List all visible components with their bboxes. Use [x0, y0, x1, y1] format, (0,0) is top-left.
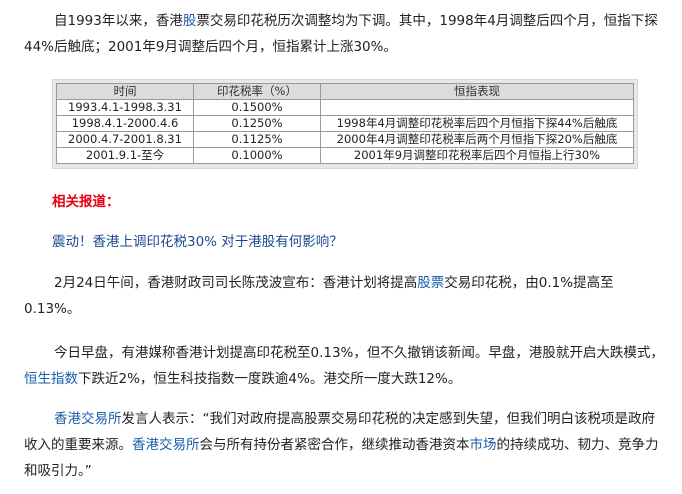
para2-text-a: 2月24日午间，香港财政司司长陈茂波宣布：香港计划将提高 [54, 275, 418, 291]
stamp-duty-table: 时间 印花税率（%） 恒指表现 1993.4.1-1998.3.31 0.150… [56, 83, 634, 164]
stock-link[interactable]: 股 [183, 13, 197, 29]
cell-performance: 1998年4月调整印花税率后四个月恒指下探44%后触底 [320, 115, 634, 132]
table-header-row: 时间 印花税率（%） 恒指表现 [56, 83, 634, 100]
hkex-link[interactable]: 香港交易所 [54, 411, 122, 427]
cell-rate: 0.1125% [193, 131, 321, 148]
cell-rate: 0.1500% [193, 99, 321, 116]
cell-rate: 0.1000% [193, 147, 321, 164]
table-row: 1998.4.1-2000.4.6 0.1250% 1998年4月调整印花税率后… [56, 115, 634, 132]
header-period: 时间 [56, 83, 194, 100]
paragraph-announcement: 2月24日午间，香港财政司司长陈茂波宣布：香港计划将提高股票交易印花税，由0.1… [24, 270, 664, 322]
cell-rate: 0.1250% [193, 115, 321, 132]
cell-performance: 2000年4月调整印花税率后两个月恒指下探20%后触底 [320, 131, 634, 148]
stocks-link[interactable]: 股票 [417, 275, 444, 291]
header-performance: 恒指表现 [320, 83, 634, 100]
para3-text-b: 下跌近2%，恒生科技指数一度跌逾4%。港交所一度大跌12%。 [78, 371, 462, 387]
hkex-link[interactable]: 香港交易所 [132, 437, 200, 453]
table-row: 2001.9.1-至今 0.1000% 2001年9月调整印花税率后四个月恒指上… [56, 147, 634, 164]
hang-seng-index-link[interactable]: 恒生指数 [24, 371, 78, 387]
cell-performance: 2001年9月调整印花税率后四个月恒指上行30% [320, 147, 634, 164]
table-row: 2000.4.7-2001.8.31 0.1125% 2000年4月调整印花税率… [56, 131, 634, 148]
paragraph-market-reaction: 今日早盘，有港媒称香港计划提高印花税至0.13%，但不久撤销该新闻。早盘，港股就… [24, 340, 664, 392]
header-rate: 印花税率（%） [193, 83, 321, 100]
cell-period: 2001.9.1-至今 [56, 147, 194, 164]
para4-text-b: 会与所有持份者紧密合作，继续推动香港资本 [199, 437, 470, 453]
intro-paragraph: 自1993年以来，香港股票交易印花税历次调整均为下调。其中，1998年4月调整后… [24, 8, 664, 60]
cell-period: 1993.4.1-1998.3.31 [56, 99, 194, 116]
paragraph-hkex-statement: 香港交易所发言人表示：“我们对政府提高股票交易印花税的决定感到失望，但我们明白该… [24, 406, 664, 484]
related-reports-label: 相关报道： [52, 194, 120, 210]
cell-period: 2000.4.7-2001.8.31 [56, 131, 194, 148]
para3-text-a: 今日早盘，有港媒称香港计划提高印花税至0.13%，但不久撤销该新闻。早盘，港股就… [54, 345, 664, 361]
stamp-duty-table-container: 时间 印花税率（%） 恒指表现 1993.4.1-1998.3.31 0.150… [52, 79, 638, 169]
market-link[interactable]: 市场 [470, 437, 497, 453]
related-article-link[interactable]: 震动！香港上调印花税30% 对于港股有何影响？ [52, 230, 343, 250]
intro-text-a: 自1993年以来，香港 [54, 13, 183, 29]
table-row: 1993.4.1-1998.3.31 0.1500% [56, 99, 634, 116]
cell-performance [320, 99, 634, 116]
cell-period: 1998.4.1-2000.4.6 [56, 115, 194, 132]
